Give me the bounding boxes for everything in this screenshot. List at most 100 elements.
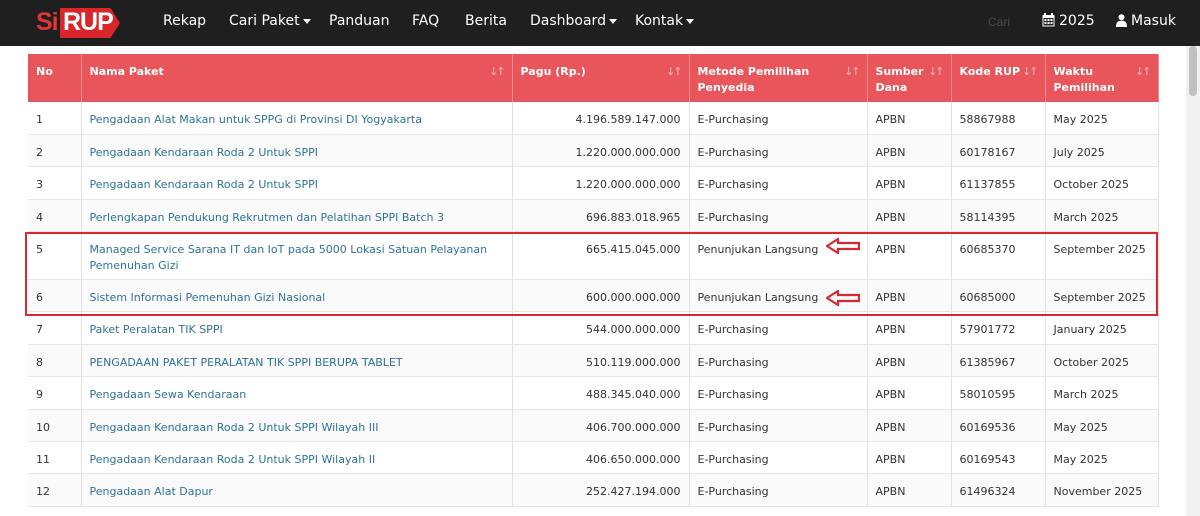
paket-link[interactable]: Managed Service Sarana IT dan IoT pada 5…: [90, 242, 504, 258]
cell-nama-paket[interactable]: Pengadaan Sewa Kendaraan: [81, 376, 513, 410]
paket-link[interactable]: Perlengkapan Pendukung Rekrutmen dan Pel…: [90, 210, 504, 226]
cell-no: 3: [28, 166, 82, 200]
cell-sumber-dana: APBN: [867, 231, 952, 281]
red-arrow-icon: [826, 238, 860, 254]
sort-icon[interactable]: ↓↑: [1022, 64, 1039, 80]
paket-link[interactable]: Paket Peralatan TIK SPPI: [90, 322, 504, 338]
paket-link[interactable]: Pengadaan Alat Makan untuk SPPG di Provi…: [90, 112, 504, 128]
cell-no: 9: [28, 376, 82, 410]
nav-dashboard-label: Dashboard: [530, 13, 606, 29]
paket-link[interactable]: Pengadaan Sewa Kendaraan: [90, 387, 504, 403]
cell-kode-rup: 58010595: [951, 376, 1046, 410]
table-row: 1 Pengadaan Alat Makan untuk SPPG di Prov…: [28, 102, 1159, 135]
red-arrow-icon: [826, 290, 860, 306]
cell-waktu: January 2025: [1045, 311, 1159, 345]
paket-link[interactable]: Pengadaan Kendaraan Roda 2 Untuk SPPI: [90, 145, 504, 161]
table-row: 2 Pengadaan Kendaraan Roda 2 Untuk SPPI 1.…: [28, 134, 1159, 168]
chevron-down-icon: [686, 18, 695, 24]
sort-icon[interactable]: ↓↑: [844, 64, 861, 80]
cell-pagu: 665.415.045.000: [512, 231, 690, 281]
nav-dashboard[interactable]: Dashboard: [530, 13, 617, 29]
cell-pagu: 510.119.000.000: [512, 344, 690, 378]
cell-no: 5: [28, 231, 82, 281]
nav-cari-paket[interactable]: Cari Paket: [229, 13, 311, 29]
cell-kode-rup: 61385967: [951, 344, 1046, 378]
header-no[interactable]: No: [28, 54, 82, 102]
cell-no: 8: [28, 344, 82, 378]
header-kode-rup[interactable]: Kode RUP ↓↑: [951, 54, 1046, 102]
cell-nama-paket[interactable]: Pengadaan Kendaraan Roda 2 Untuk SPPI Wi…: [81, 441, 513, 475]
nav-berita[interactable]: Berita: [465, 13, 507, 29]
cell-nama-paket[interactable]: Pengadaan Alat Dapur: [81, 473, 513, 507]
cell-nama-paket[interactable]: Sistem Informasi Pemenuhan Gizi Nasional: [81, 279, 513, 313]
table-row: 9 Pengadaan Sewa Kendaraan 488.345.040.000…: [28, 376, 1159, 410]
nav-faq[interactable]: FAQ: [412, 13, 439, 29]
scrollbar-thumb[interactable]: [1189, 46, 1197, 96]
chevron-down-icon: [608, 18, 617, 24]
cell-nama-paket[interactable]: Pengadaan Kendaraan Roda 2 Untuk SPPI Wi…: [81, 409, 513, 443]
login-button[interactable]: Masuk: [1116, 13, 1176, 29]
nav-rekap[interactable]: Rekap: [163, 13, 206, 29]
cell-sumber-dana: APBN: [867, 166, 952, 200]
logo-main: RUP: [63, 8, 114, 36]
cell-nama-paket[interactable]: Paket Peralatan TIK SPPI: [81, 311, 513, 345]
paket-link[interactable]: Sistem Informasi Pemenuhan Gizi Nasional: [90, 290, 504, 306]
vertical-scrollbar[interactable]: [1186, 46, 1200, 516]
table-row: 11 Pengadaan Kendaraan Roda 2 Untuk SPPI …: [28, 441, 1159, 475]
sort-icon[interactable]: ↓↑: [489, 64, 506, 80]
cell-waktu: October 2025: [1045, 166, 1159, 200]
cell-no: 2: [28, 134, 82, 168]
paket-link[interactable]: Pengadaan Kendaraan Roda 2 Untuk SPPI: [90, 177, 504, 193]
header-label-line2: Pemilihan: [1053, 81, 1115, 94]
cell-sumber-dana: APBN: [867, 473, 952, 507]
cell-waktu: May 2025: [1045, 409, 1159, 443]
cell-waktu: March 2025: [1045, 376, 1159, 410]
sort-icon[interactable]: ↓↑: [928, 64, 945, 80]
cell-metode: E-Purchasing: [689, 166, 868, 200]
cell-pagu: 1.220.000.000.000: [512, 166, 690, 200]
paket-link[interactable]: Pengadaan Alat Dapur: [90, 484, 504, 500]
cell-metode: E-Purchasing: [689, 441, 868, 475]
cell-nama-paket[interactable]: Managed Service Sarana IT dan IoT pada 5…: [81, 231, 513, 281]
year-selector[interactable]: 2025: [1042, 13, 1095, 29]
table-row: 6 Sistem Informasi Pemenuhan Gizi Nasiona…: [28, 279, 1159, 313]
cell-sumber-dana: APBN: [867, 376, 952, 410]
cell-sumber-dana: APBN: [867, 344, 952, 378]
cell-nama-paket[interactable]: Pengadaan Alat Makan untuk SPPG di Provi…: [81, 102, 513, 135]
header-label: Nama Paket: [89, 65, 164, 78]
login-label: Masuk: [1131, 13, 1176, 29]
table-row: 7 Paket Peralatan TIK SPPI 544.000.000.000…: [28, 311, 1159, 345]
header-sumber-dana[interactable]: Sumber Dana ↓↑: [867, 54, 952, 102]
top-navbar: Si RUP Rekap Cari Paket Panduan FAQ Beri…: [0, 0, 1200, 46]
search-input[interactable]: Cari: [988, 15, 1010, 29]
cell-waktu: September 2025: [1045, 279, 1159, 313]
header-waktu[interactable]: Waktu Pemilihan ↓↑: [1045, 54, 1159, 102]
cell-sumber-dana: APBN: [867, 279, 952, 313]
paket-link[interactable]: Pengadaan Kendaraan Roda 2 Untuk SPPI Wi…: [90, 452, 504, 468]
sort-icon[interactable]: ↓↑: [1135, 64, 1152, 80]
header-label: Metode Pemilihan: [697, 65, 810, 78]
header-metode[interactable]: Metode Pemilihan Penyedia ↓↑: [689, 54, 868, 102]
cell-nama-paket[interactable]: Pengadaan Kendaraan Roda 2 Untuk SPPI: [81, 166, 513, 200]
cell-nama-paket[interactable]: Pengadaan Kendaraan Roda 2 Untuk SPPI: [81, 134, 513, 168]
logo-prefix: Si: [36, 8, 59, 36]
paket-link-line2[interactable]: Pemenuhan Gizi: [90, 258, 504, 274]
cell-kode-rup: 60169536: [951, 409, 1046, 443]
header-pagu[interactable]: Pagu (Rp.) ↓↑: [512, 54, 690, 102]
nav-kontak[interactable]: Kontak: [635, 13, 695, 29]
cell-nama-paket[interactable]: PENGADAAN PAKET PERALATAN TIK SPPI BERUP…: [81, 344, 513, 378]
nav-panduan[interactable]: Panduan: [329, 13, 389, 29]
paket-link[interactable]: Pengadaan Kendaraan Roda 2 Untuk SPPI Wi…: [90, 420, 504, 436]
cell-no: 11: [28, 441, 82, 475]
header-nama-paket[interactable]: Nama Paket ↓↑: [81, 54, 513, 102]
cell-waktu: July 2025: [1045, 134, 1159, 168]
sort-icon[interactable]: ↓↑: [666, 64, 683, 80]
cell-pagu: 1.220.000.000.000: [512, 134, 690, 168]
cell-kode-rup: 61496324: [951, 473, 1046, 507]
table-row: 8 PENGADAAN PAKET PERALATAN TIK SPPI BERU…: [28, 344, 1159, 378]
paket-link[interactable]: PENGADAAN PAKET PERALATAN TIK SPPI BERUP…: [90, 355, 504, 371]
header-label: No: [36, 65, 53, 78]
cell-nama-paket[interactable]: Perlengkapan Pendukung Rekrutmen dan Pel…: [81, 199, 513, 233]
sirup-logo[interactable]: Si RUP: [36, 6, 128, 40]
cell-waktu: November 2025: [1045, 473, 1159, 507]
